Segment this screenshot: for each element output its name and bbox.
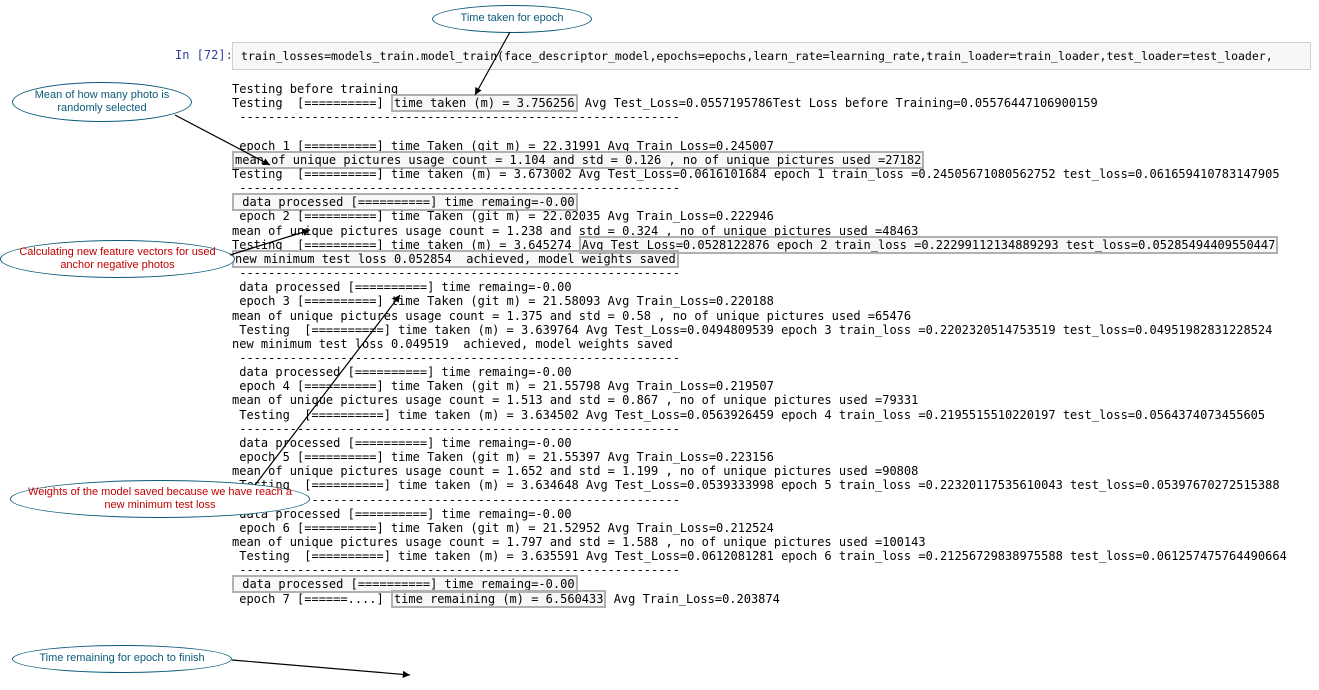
line: ----------------------------------------… xyxy=(232,110,680,124)
line: epoch 4 [==========] time Taken (git m) … xyxy=(232,379,774,393)
line: mean of unique pictures usage count = 1.… xyxy=(232,309,911,323)
line: Testing [==========] time taken (m) = 3.… xyxy=(232,549,1287,563)
line: Testing [==========] time taken (m) = 3.… xyxy=(232,408,1265,422)
line: Testing [==========] time taken (m) = 3.… xyxy=(232,167,1280,181)
annotation-mean-photo: Mean of how many photo is randomly selec… xyxy=(12,82,192,122)
line: Testing [==========] time taken (m) = 3.… xyxy=(232,323,1272,337)
line: mean of unique pictures usage count = 1.… xyxy=(232,464,918,478)
annotation-weights-saved: Weights of the model saved because we ha… xyxy=(10,480,310,518)
line: epoch 5 [==========] time Taken (git m) … xyxy=(232,450,774,464)
line: Testing before training xyxy=(232,82,398,96)
cell-prompt: In [72]: xyxy=(175,48,233,62)
annotation-time-taken: Time taken for epoch xyxy=(432,5,592,33)
highlight-time-remaining: time remaining (m) = 6.560433 xyxy=(391,590,607,608)
line: epoch 3 [==========] time Taken (git m) … xyxy=(232,294,774,308)
line: Avg Test_Loss=0.0557195786Test Loss befo… xyxy=(578,96,1098,110)
arrow-time-remaining xyxy=(230,655,420,685)
output-area: Testing before training Testing [=======… xyxy=(232,82,1319,606)
line: ----------------------------------------… xyxy=(232,266,680,280)
line: ----------------------------------------… xyxy=(232,422,680,436)
line: epoch 6 [==========] time Taken (git m) … xyxy=(232,521,774,535)
annotation-feature-vectors: Calculating new feature vectors for used… xyxy=(0,240,235,278)
line: Testing [==========] time taken (m) = 3.… xyxy=(232,478,1280,492)
line: data processed [==========] time remaing… xyxy=(232,280,572,294)
line: Testing [==========] xyxy=(232,96,391,110)
annotation-time-remaining: Time remaining for epoch to finish xyxy=(12,645,232,673)
line: epoch 2 [==========] time Taken (git m) … xyxy=(232,209,774,223)
line: epoch 7 [======....] xyxy=(232,592,391,606)
line: mean of unique pictures usage count = 1.… xyxy=(232,535,926,549)
line: data processed [==========] time remaing… xyxy=(232,365,572,379)
line: data processed [==========] time remaing… xyxy=(232,436,572,450)
highlight-avg-test-loss: Avg Test_Loss=0.0528122876 epoch 2 train… xyxy=(579,236,1279,254)
line: mean of unique pictures usage count = 1.… xyxy=(232,393,918,407)
line: new minimum test loss 0.049519 achieved,… xyxy=(232,337,673,351)
code-cell[interactable]: train_losses=models_train.model_train(fa… xyxy=(232,42,1311,70)
line: Avg Train_Loss=0.203874 xyxy=(606,592,779,606)
line: ----------------------------------------… xyxy=(232,351,680,365)
